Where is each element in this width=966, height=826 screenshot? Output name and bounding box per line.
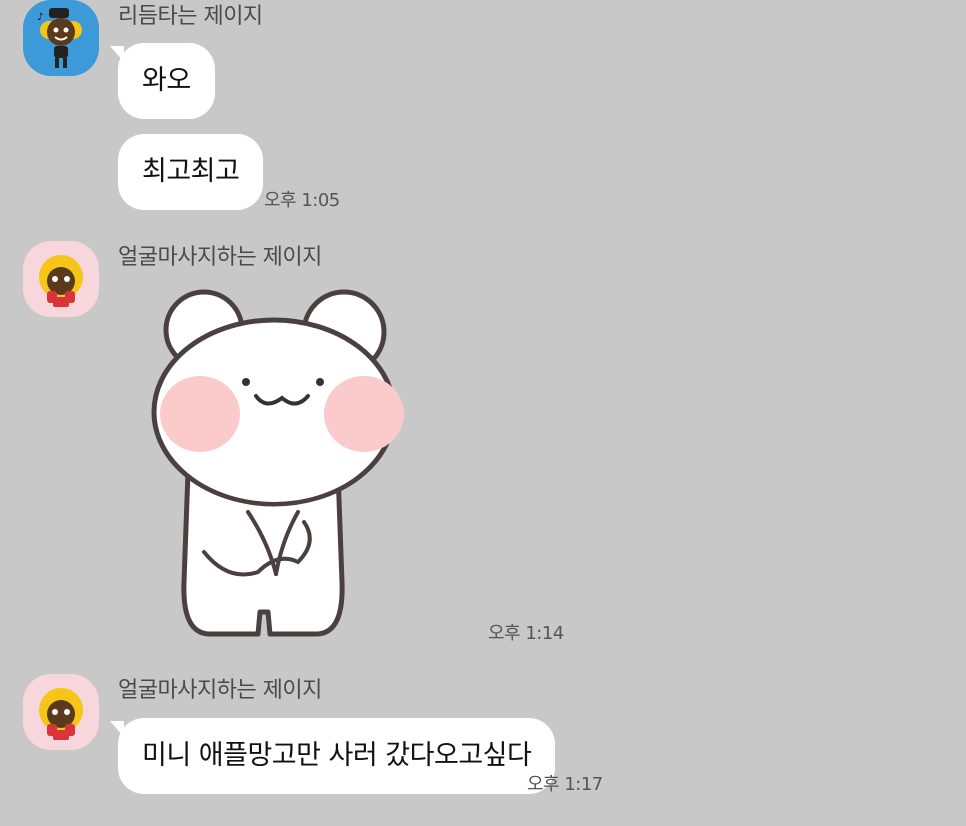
message-text: 최고최고: [142, 156, 240, 187]
message-timestamp: 오후 1:17: [527, 774, 603, 795]
bear-sticker-image: [151, 289, 404, 637]
sender-avatar-rhythm-jayg[interactable]: ♪: [23, 0, 99, 76]
sender-name: 얼굴마사지하는 제이지: [118, 678, 322, 703]
bear-sticker[interactable]: [148, 282, 408, 644]
message-bubble[interactable]: 최고최고: [118, 134, 264, 210]
sender-name: 리듬타는 제이지: [118, 4, 263, 29]
sender-avatar-facemassage-jayg[interactable]: [23, 241, 99, 317]
jayg-face-massage-icon: [39, 688, 83, 740]
jayg-dancing-icon: ♪: [37, 8, 82, 68]
message-bubble[interactable]: 와오: [118, 43, 215, 119]
message-text: 와오: [142, 65, 191, 96]
message-text: 미니 애플망고만 사러 갔다오고싶다: [142, 740, 532, 771]
jayg-face-massage-icon: [39, 255, 83, 307]
sender-avatar-facemassage-jayg[interactable]: [23, 674, 99, 750]
message-timestamp: 오후 1:14: [488, 623, 564, 644]
message-timestamp: 오후 1:05: [264, 190, 340, 211]
message-bubble[interactable]: 미니 애플망고만 사러 갔다오고싶다: [118, 718, 556, 794]
svg-text:♪: ♪: [37, 12, 43, 23]
sender-name: 얼굴마사지하는 제이지: [118, 245, 322, 270]
